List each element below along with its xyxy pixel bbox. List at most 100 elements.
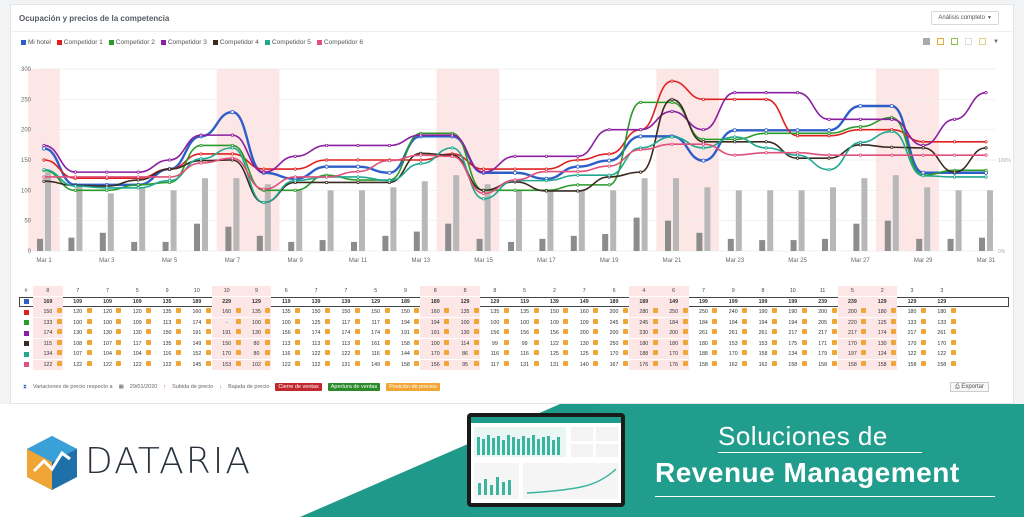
price-cell[interactable]: 108 [63, 339, 93, 349]
price-cell[interactable]: 100 [420, 338, 451, 349]
price-cell[interactable]: 109 [122, 318, 152, 328]
price-cell[interactable]: 122 [301, 360, 331, 370]
price-cell[interactable]: 174 [301, 328, 331, 338]
price-cell[interactable]: 261 [927, 328, 957, 338]
price-cell[interactable]: 250 [599, 339, 629, 349]
price-cell[interactable]: 170 [897, 339, 927, 349]
price-cell[interactable]: 191 [391, 328, 421, 338]
price-cell[interactable]: 129 [450, 296, 480, 307]
price-cell[interactable]: 122 [33, 359, 63, 370]
price-cell[interactable]: 153 [718, 339, 748, 349]
price-cell[interactable]: 99 [510, 339, 540, 349]
price-cell[interactable]: 174 [867, 328, 898, 339]
price-cell[interactable]: 189 [599, 297, 629, 307]
price-cell[interactable]: 102 [241, 359, 272, 370]
price-cell[interactable]: 109 [569, 318, 599, 328]
price-cell[interactable]: 125 [540, 349, 570, 359]
price-cell[interactable]: 158 [867, 359, 898, 370]
price-cell[interactable]: 179 [808, 349, 838, 359]
price-cell[interactable]: 200 [658, 328, 689, 339]
price-cell[interactable]: 200 [837, 307, 868, 318]
price-cell[interactable]: 104 [93, 349, 123, 359]
price-cell[interactable]: 100 [480, 318, 510, 328]
price-cell[interactable]: 189 [182, 297, 212, 307]
price-cell[interactable]: 199 [689, 297, 719, 307]
price-cell[interactable]: 129 [480, 297, 510, 307]
price-cell[interactable]: 180 [927, 307, 957, 317]
price-cell[interactable]: 135 [152, 339, 182, 349]
price-cell[interactable]: 113 [301, 339, 331, 349]
price-cell[interactable]: 86 [450, 349, 480, 360]
price-cell[interactable]: 230 [628, 328, 659, 339]
price-cell[interactable]: 133 [927, 318, 957, 328]
price-cell[interactable]: 113 [271, 339, 301, 349]
price-cell[interactable]: 217 [897, 328, 927, 338]
price-cell[interactable]: 115 [33, 338, 63, 349]
price-cell[interactable]: 191 [420, 328, 451, 339]
price-cell[interactable]: 122 [152, 360, 182, 370]
price-cell[interactable]: 133 [33, 317, 63, 328]
price-cell[interactable]: 180 [897, 307, 927, 317]
price-cell[interactable]: 158 [808, 360, 838, 370]
price-cell[interactable]: 158 [391, 339, 421, 349]
price-cell[interactable]: 109 [540, 318, 570, 328]
price-cell[interactable]: 134 [778, 349, 808, 359]
price-cell[interactable]: 158 [837, 359, 868, 370]
price-cell[interactable]: 170 [837, 338, 868, 349]
price-cell[interactable]: 169 [33, 296, 63, 307]
tool-square-green-icon[interactable] [951, 38, 959, 45]
price-cell[interactable]: 156 [510, 328, 540, 338]
price-cell[interactable]: 174 [331, 328, 361, 338]
price-cell[interactable]: 170 [211, 349, 242, 360]
price-cell[interactable]: 250 [658, 307, 689, 318]
price-cell[interactable]: 100 [241, 317, 272, 328]
price-cell[interactable]: 119 [271, 297, 301, 307]
analysis-button[interactable]: Análisis completo ▼ [931, 11, 999, 25]
price-cell[interactable]: 194 [391, 318, 421, 328]
price-cell[interactable]: 125 [301, 318, 331, 328]
price-cell[interactable]: 129 [361, 297, 391, 307]
price-cell[interactable]: 245 [628, 317, 659, 328]
price-cell[interactable]: 129 [241, 296, 272, 307]
legend-item[interactable]: Competidor 2 [108, 39, 155, 46]
price-cell[interactable]: 153 [748, 339, 778, 349]
price-cell[interactable]: 131 [510, 360, 540, 370]
price-cell[interactable]: 124 [867, 349, 898, 360]
tools-dropdown-icon[interactable]: ▼ [993, 39, 999, 45]
price-cell[interactable]: 175 [778, 339, 808, 349]
price-cell[interactable]: 109 [122, 297, 152, 307]
price-cell[interactable]: 194 [778, 318, 808, 328]
price-cell[interactable]: 99 [480, 339, 510, 349]
price-cell[interactable]: 180 [689, 339, 719, 349]
price-cell[interactable]: 190 [778, 307, 808, 317]
price-cell[interactable]: 150 [33, 307, 63, 318]
price-cell[interactable]: 156 [480, 328, 510, 338]
price-cell[interactable]: 191 [211, 328, 242, 339]
price-cell[interactable]: 134 [33, 349, 63, 360]
price-cell[interactable]: 158 [391, 360, 421, 370]
price-cell[interactable]: 100 [63, 318, 93, 328]
price-cell[interactable]: 122 [927, 349, 957, 359]
price-cell[interactable]: 107 [63, 349, 93, 359]
price-cell[interactable]: 189 [628, 296, 659, 307]
legend-item[interactable]: Competidor 4 [212, 39, 259, 46]
price-cell[interactable]: 200 [569, 328, 599, 338]
price-cell[interactable]: 188 [689, 349, 719, 359]
price-cell[interactable]: 130 [450, 328, 480, 339]
price-cell[interactable]: - [211, 317, 242, 328]
price-cell[interactable]: 120 [122, 307, 152, 317]
price-cell[interactable]: 229 [211, 296, 242, 307]
price-cell[interactable]: 150 [391, 307, 421, 317]
tool-square-yellow-icon[interactable] [979, 38, 987, 45]
price-cell[interactable]: 125 [867, 317, 898, 328]
price-cell[interactable]: 280 [628, 307, 659, 318]
price-cell[interactable]: 180 [628, 338, 659, 349]
price-cell[interactable]: 184 [658, 317, 689, 328]
price-cell[interactable]: 170 [599, 349, 629, 359]
price-cell[interactable]: 174 [33, 328, 63, 339]
variations-date[interactable]: 29/01/2020 [130, 384, 158, 390]
price-cell[interactable]: 149 [569, 297, 599, 307]
price-cell[interactable]: 133 [897, 318, 927, 328]
price-cell[interactable]: 174 [182, 318, 212, 328]
price-cell[interactable]: 176 [628, 359, 659, 370]
